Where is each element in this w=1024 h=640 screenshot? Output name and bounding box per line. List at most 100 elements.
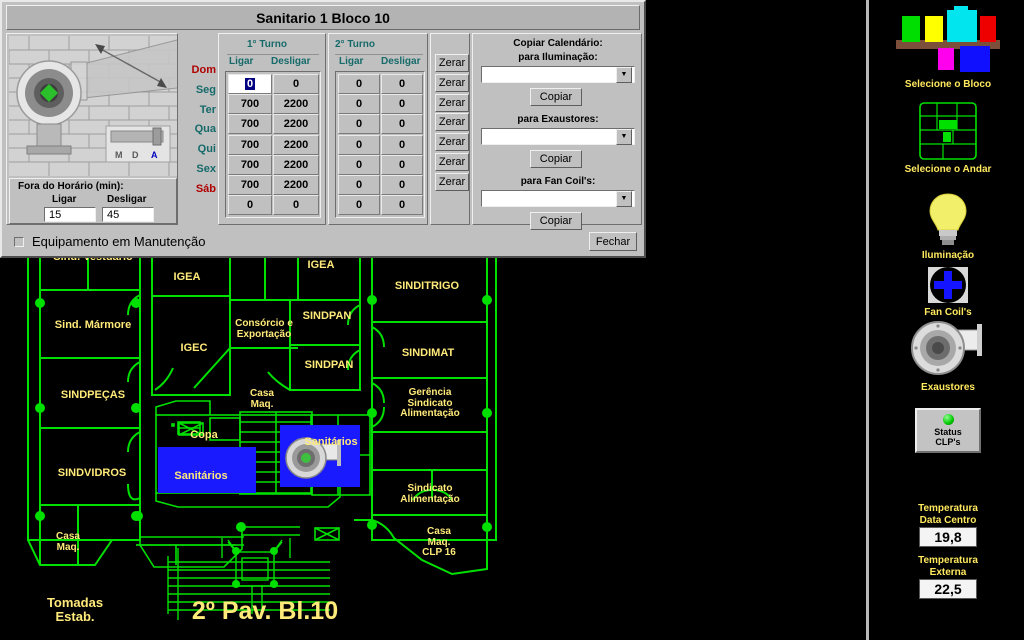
s2-on-cell-sex[interactable]: 0 [338, 175, 380, 195]
temperature-externa-label-line2: Externa [929, 566, 967, 578]
shift2-divider [335, 54, 423, 55]
temperature-externa: Temperatura Externa 22,5 [869, 555, 1024, 599]
copy-calendar-group: Copiar Calendário: para Iluminação: ▼ Copi… [472, 33, 642, 230]
s1-on-cell-seg[interactable]: 700 [228, 94, 272, 115]
zerar-button-1[interactable]: Zerar [435, 54, 469, 72]
s2-on-cell-qua[interactable]: 0 [338, 134, 380, 155]
copiar-button-0[interactable]: Copiar [530, 88, 582, 106]
dialog-titlebar: Sanitario 1 Bloco 10 [6, 5, 640, 30]
zerar-button-6[interactable]: Zerar [435, 153, 469, 171]
copiar-button-1[interactable]: Copiar [530, 150, 582, 168]
s1-on-cell-ter[interactable]: 700 [228, 114, 272, 135]
s2-off-cell-ter[interactable]: 0 [381, 114, 423, 135]
zerar-button-7[interactable]: Zerar [435, 172, 469, 191]
zerar-button-5[interactable]: Zerar [435, 133, 469, 152]
offhours-on-input[interactable]: 15 [44, 207, 96, 222]
brick-wall-icon: M D A [9, 36, 177, 176]
status-led-icon [942, 414, 954, 425]
sidebar-label-iluminacao: Iluminação [921, 250, 975, 261]
day-label-qua: Qua [194, 123, 216, 136]
s2-off-cell-dom[interactable]: 0 [381, 74, 423, 94]
s2-on-cell-seg[interactable]: 0 [338, 94, 380, 115]
zerar-button-3[interactable]: Zerar [435, 93, 469, 112]
s2-off-cell-qua[interactable]: 0 [381, 134, 423, 155]
sidebar-item-selecione-bloco[interactable]: Selecione o Bloco [869, 6, 1024, 90]
s2-off-cell-qui[interactable]: 0 [381, 154, 423, 175]
zerar-button-2[interactable]: Zerar [435, 73, 469, 92]
s1-off-cell-ter[interactable]: 2200 [273, 114, 319, 135]
shift2-group: 2° Turno Ligar Desligar 00000000000000 [328, 33, 428, 225]
s1-on-cell-sáb[interactable]: 0 [228, 195, 272, 216]
sidebar-label-selecione-bloco: Selecione o Bloco [904, 79, 992, 90]
zerar-button-4[interactable]: Zerar [435, 113, 469, 132]
exhaust-fan-icon [911, 321, 982, 375]
s2-on-cell-dom[interactable]: 0 [338, 74, 380, 94]
s2-on-cell-ter[interactable]: 0 [338, 114, 380, 135]
temperature-datacenter-value: 19,8 [919, 527, 977, 547]
sidebar-item-fan-coils[interactable]: Fan Coil's [869, 265, 1024, 318]
exhaust-fan-icon-overlay[interactable] [282, 432, 346, 484]
copy-group-label-1: para Exaustores: [517, 114, 599, 125]
s1-on-cell-qua[interactable]: 700 [228, 134, 272, 155]
day-label-sex: Sex [196, 163, 216, 175]
s2-off-cell-seg[interactable]: 0 [381, 94, 423, 115]
s2-on-cell-qui[interactable]: 0 [338, 154, 380, 175]
s1-off-cell-seg[interactable]: 2200 [273, 94, 319, 115]
svg-text:M: M [115, 150, 123, 160]
shift2-title: 2° Turno [335, 39, 375, 50]
copy-group-label-0: para Iluminação: [518, 52, 598, 63]
temperature-datacenter-label-line1: Temperatura [918, 503, 978, 514]
temperature-externa-label-line1: Temperatura [918, 555, 978, 566]
s1-off-cell-qua[interactable]: 2200 [273, 134, 319, 155]
offhours-on-label: Ligar [52, 194, 77, 205]
offhours-title: Fora do Horário (min): [18, 181, 124, 192]
s2-on-cell-sáb[interactable]: 0 [338, 195, 380, 216]
equipment-group: M D A Fora do Horário (min): Ligar Desli… [6, 33, 178, 225]
s1-off-cell-dom[interactable]: 0 [273, 74, 319, 94]
status-clp-label-line2: CLP's [935, 437, 961, 448]
copy-group-combo-2[interactable]: ▼ [481, 190, 635, 207]
shift2-on-header: Ligar [339, 56, 364, 67]
room-sanitarios-left[interactable] [158, 447, 256, 493]
s1-on-cell-sex[interactable]: 700 [228, 175, 272, 195]
dialog-title: Sanitario 1 Bloco 10 [256, 9, 390, 26]
sidebar-item-selecione-andar[interactable]: Selecione o Andar [869, 100, 1024, 175]
fancoil-icon [928, 267, 968, 303]
maintenance-checkbox-label: Equipamento em Manutenção [32, 234, 206, 249]
day-label-qui: Qui [197, 143, 216, 156]
status-clp-button[interactable]: Status CLP's [915, 408, 981, 453]
sidebar-item-exaustores[interactable]: Exaustores [869, 318, 1024, 393]
maintenance-checkbox-row[interactable]: Equipamento em Manutenção [14, 234, 205, 249]
svg-text:D: D [132, 150, 139, 160]
scheduler-dialog: Sanitario 1 Bloco 10 M D A Fora do Horár… [0, 0, 646, 258]
s1-off-cell-qui[interactable]: 2200 [273, 154, 319, 175]
s1-on-cell-dom[interactable]: 0 [228, 74, 272, 94]
copiar-button-2[interactable]: Copiar [530, 212, 582, 230]
sidebar-label-fan-coils: Fan Coil's [924, 307, 972, 318]
close-button[interactable]: Fechar [589, 232, 637, 251]
offhours-group: Fora do Horário (min): Ligar Desligar 15… [9, 178, 177, 224]
chevron-down-icon[interactable]: ▼ [616, 128, 632, 145]
offhours-off-input[interactable]: 45 [102, 207, 154, 222]
sidebar: Selecione o Bloco Selecione o Andar Ilum… [866, 0, 1024, 640]
maintenance-checkbox[interactable] [14, 236, 24, 247]
copy-group-combo-0[interactable]: ▼ [481, 66, 635, 83]
s2-off-cell-sáb[interactable]: 0 [381, 195, 423, 216]
s1-on-cell-qui[interactable]: 700 [228, 154, 272, 175]
s1-off-cell-sex[interactable]: 2200 [273, 175, 319, 195]
status-clp-button-wrap: Status CLP's [869, 408, 1024, 453]
temperature-datacenter: Temperatura Data Centro 19,8 [869, 503, 1024, 547]
shift1-title: 1° Turno [247, 39, 287, 50]
s1-off-cell-sáb[interactable]: 0 [273, 195, 319, 216]
sidebar-item-iluminacao[interactable]: Iluminação [869, 192, 1024, 261]
temperature-externa-value: 22,5 [919, 579, 977, 599]
chevron-down-icon[interactable]: ▼ [616, 190, 632, 207]
s2-off-cell-sex[interactable]: 0 [381, 175, 423, 195]
selected-value: 0 [244, 78, 256, 90]
sidebar-label-selecione-andar: Selecione o Andar [904, 164, 992, 175]
day-label-dom: Dom [191, 64, 216, 76]
chevron-down-icon[interactable]: ▼ [616, 66, 632, 83]
copy-group-combo-1[interactable]: ▼ [481, 128, 635, 145]
offhours-off-label: Desligar [107, 194, 147, 205]
fan-illustration: M D A [9, 36, 177, 176]
